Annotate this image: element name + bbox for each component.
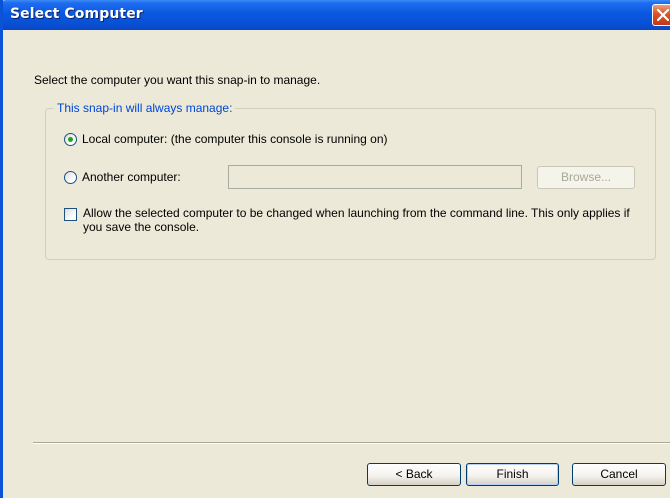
cancel-button[interactable]: Cancel	[572, 463, 666, 486]
computer-name-input[interactable]	[228, 165, 522, 189]
allow-change-checkbox[interactable]	[64, 208, 77, 221]
back-button[interactable]: < Back	[367, 463, 461, 486]
close-icon	[657, 9, 669, 21]
allow-change-option[interactable]: Allow the selected computer to be change…	[64, 206, 643, 234]
browse-button[interactable]: Browse...	[537, 166, 635, 189]
local-computer-option[interactable]: Local computer: (the computer this conso…	[64, 132, 388, 146]
close-button[interactable]	[652, 4, 670, 26]
finish-button[interactable]: Finish	[466, 463, 559, 486]
another-computer-radio[interactable]	[64, 170, 77, 184]
another-computer-option[interactable]: Another computer:	[64, 170, 181, 184]
dialog-title: Select Computer	[10, 6, 143, 22]
intro-text: Select the computer you want this snap-i…	[34, 73, 321, 87]
groupbox-legend: This snap-in will always manage:	[54, 101, 236, 115]
local-computer-radio[interactable]	[64, 132, 77, 146]
button-separator	[33, 442, 670, 444]
local-computer-label: Local computer: (the computer this conso…	[82, 132, 388, 146]
title-bar[interactable]: Select Computer	[3, 0, 670, 30]
allow-change-label: Allow the selected computer to be change…	[83, 206, 630, 234]
select-computer-dialog: Select Computer Select the computer you …	[0, 0, 670, 498]
another-computer-label: Another computer:	[82, 170, 181, 184]
